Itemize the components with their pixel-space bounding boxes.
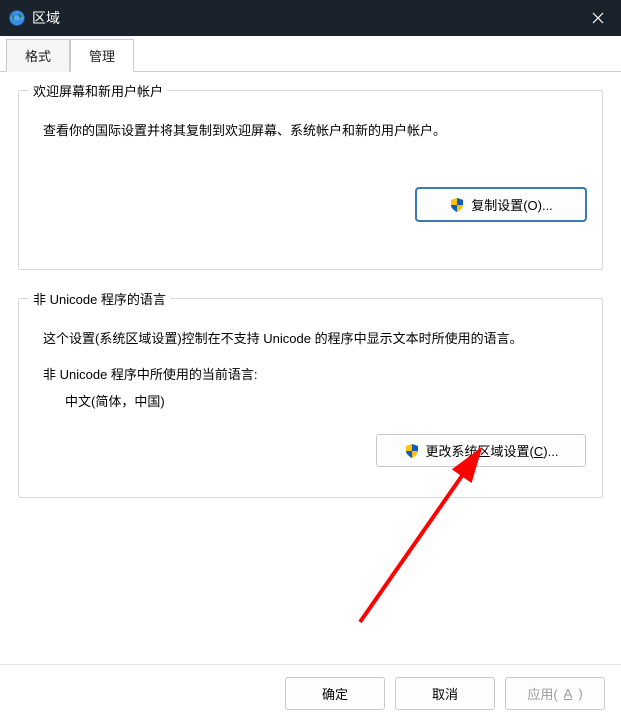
ok-button[interactable]: 确定: [285, 677, 385, 710]
tab-admin[interactable]: 管理: [70, 39, 134, 72]
client-area: 格式 管理 欢迎屏幕和新用户帐户 查看你的国际设置并将其复制到欢迎屏幕、系统帐户…: [0, 36, 621, 724]
footer-buttons: 确定 取消 应用(A): [0, 664, 621, 724]
close-button[interactable]: [575, 0, 621, 36]
region-icon: [8, 9, 26, 27]
uac-shield-icon: [449, 197, 465, 213]
uac-shield-icon: [404, 443, 420, 459]
tab-format[interactable]: 格式: [6, 39, 70, 72]
group-nonunicode-desc: 这个设置(系统区域设置)控制在不支持 Unicode 的程序中显示文本时所使用的…: [43, 327, 586, 350]
tab-strip: 格式 管理: [0, 36, 621, 72]
cancel-button[interactable]: 取消: [395, 677, 495, 710]
current-language-value: 中文(简体，中国): [65, 391, 586, 410]
group-nonunicode: 非 Unicode 程序的语言 这个设置(系统区域设置)控制在不支持 Unico…: [18, 298, 603, 498]
change-locale-button-label: 更改系统区域设置(C)...: [426, 441, 559, 460]
change-locale-button[interactable]: 更改系统区域设置(C)...: [376, 434, 586, 467]
copy-settings-button-label: 复制设置(O)...: [471, 195, 553, 214]
group-welcome-legend: 欢迎屏幕和新用户帐户: [29, 81, 167, 100]
tab-content: 欢迎屏幕和新用户帐户 查看你的国际设置并将其复制到欢迎屏幕、系统帐户和新的用户帐…: [0, 72, 621, 664]
group-nonunicode-legend: 非 Unicode 程序的语言: [29, 289, 170, 308]
titlebar: 区域: [0, 0, 621, 36]
current-language-label: 非 Unicode 程序中所使用的当前语言:: [43, 364, 586, 383]
group-welcome: 欢迎屏幕和新用户帐户 查看你的国际设置并将其复制到欢迎屏幕、系统帐户和新的用户帐…: [18, 90, 603, 270]
window-title: 区域: [32, 8, 60, 28]
apply-button[interactable]: 应用(A): [505, 677, 605, 710]
copy-settings-button[interactable]: 复制设置(O)...: [416, 188, 586, 221]
group-welcome-desc: 查看你的国际设置并将其复制到欢迎屏幕、系统帐户和新的用户帐户。: [43, 119, 586, 142]
